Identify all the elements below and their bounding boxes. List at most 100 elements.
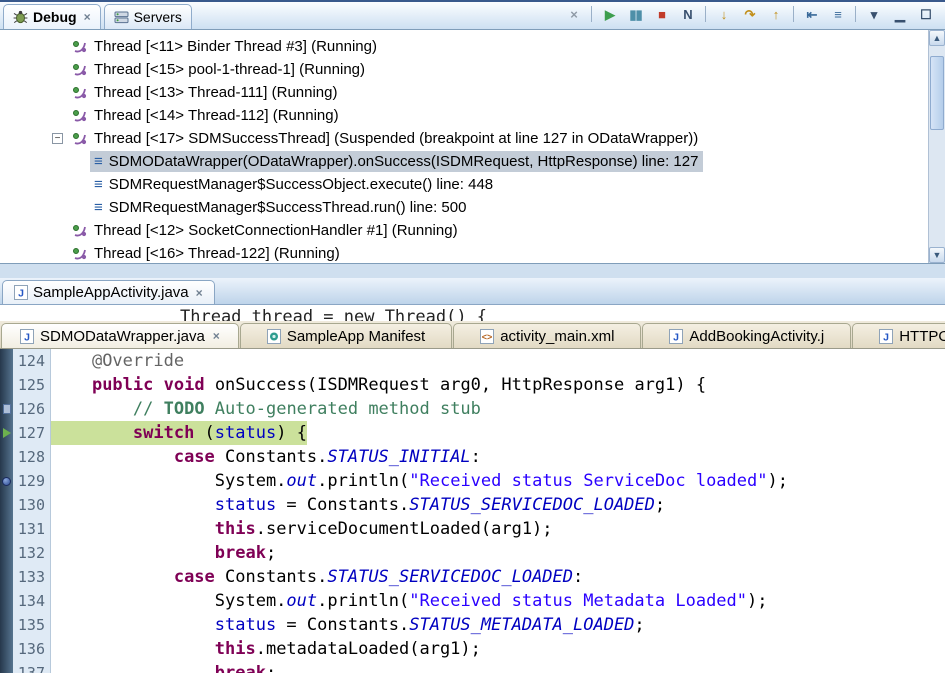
view-tab-bar: Debug × Servers × ▶ ▮▮ ■ N ↓ ↷ ↑ ⇤ ≡ ▾ ▁ ☐ [0, 2, 945, 30]
breakpoint-ruler-cell[interactable] [0, 589, 13, 613]
stack-frame-icon: ≡ [94, 176, 103, 193]
code-text-cell[interactable]: System.out.println("Received status Meta… [51, 589, 945, 613]
token: = Constants. [276, 615, 410, 635]
suspend-button[interactable]: ▮▮ [624, 4, 647, 24]
toggle-spacer [50, 246, 66, 262]
line-number: 137 [13, 661, 51, 673]
java-file-icon: J [14, 285, 28, 300]
use-step-filters-button[interactable]: ≡ [826, 4, 849, 24]
thread-label: Thread [<12> SocketConnectionHandler #1]… [94, 222, 458, 239]
breakpoint-ruler-cell[interactable] [0, 661, 13, 673]
token: ( [194, 423, 215, 443]
close-icon[interactable]: × [213, 329, 220, 343]
breakpoint-ruler-cell[interactable] [0, 541, 13, 565]
maximize-button[interactable]: ☐ [914, 4, 937, 24]
code-text-cell[interactable]: switch (status) { [51, 421, 945, 445]
breakpoint-ruler-cell[interactable] [0, 613, 13, 637]
token: .metadataLoaded(arg1); [255, 639, 481, 659]
code-text-cell[interactable]: @Override [51, 349, 945, 373]
code-text-cell[interactable]: break; [51, 661, 945, 673]
scroll-up-button[interactable]: ▲ [929, 30, 945, 46]
code-text-cell[interactable]: this.serviceDocumentLoaded(arg1); [51, 517, 945, 541]
remove-all-terminated-button[interactable]: × [562, 4, 585, 24]
editor-tab-activity-main-xml[interactable]: <> activity_main.xml [453, 323, 642, 348]
token: ; [265, 543, 277, 563]
breakpoint-ruler-cell[interactable] [0, 637, 13, 661]
view-tab-servers[interactable]: Servers [103, 4, 192, 29]
code-text-cell[interactable]: System.out.println("Received status Serv… [51, 469, 945, 493]
disconnect-button[interactable]: N [676, 4, 699, 24]
partial-code-line: Thread thread = new Thread() { [180, 307, 488, 321]
breakpoint-ruler-cell[interactable] [0, 565, 13, 589]
code-text-cell[interactable]: case Constants.STATUS_INITIAL: [51, 445, 945, 469]
step-over-button[interactable]: ↷ [738, 4, 761, 24]
breakpoint-ruler-cell[interactable] [0, 421, 13, 445]
token: status [214, 495, 277, 515]
code-editor[interactable]: 124 @Override 125 public void onSuccess(I… [0, 349, 945, 673]
view-menu-button[interactable]: ▾ [862, 4, 885, 24]
code-lines: 124 @Override 125 public void onSuccess(I… [0, 349, 945, 673]
thread-item[interactable]: Thread [<12> SocketConnectionHandler #1]… [0, 219, 928, 242]
thread-item[interactable]: − Thread [<17> SDMSuccessThread] (Suspend… [0, 127, 928, 150]
close-icon[interactable]: × [84, 10, 91, 24]
stack-frame-item[interactable]: ≡ SDMRequestManager$SuccessThread.run() l… [0, 196, 928, 219]
thread-item[interactable]: Thread [<11> Binder Thread #3] (Running) [0, 35, 928, 58]
editor-tab-addbookingactivity-j[interactable]: J AddBookingActivity.j [642, 323, 852, 348]
code-text-cell[interactable]: // TODO Auto-generated method stub [51, 397, 945, 421]
collapse-toggle[interactable]: − [52, 133, 63, 144]
breakpoint-ruler-cell[interactable] [0, 445, 13, 469]
breakpoint-ruler-cell[interactable] [0, 373, 13, 397]
code-line: 128 case Constants.STATUS_INITIAL: [0, 445, 945, 469]
editor-tab-sampleapp-manifest[interactable]: SampleApp Manifest [239, 323, 453, 348]
terminate-icon: ■ [658, 6, 666, 22]
scroll-down-button[interactable]: ▼ [929, 247, 945, 263]
breakpoint-ruler-cell[interactable] [0, 469, 13, 493]
code-text-cell[interactable]: status = Constants.STATUS_SERVICEDOC_LOA… [51, 493, 945, 517]
stack-frame-item[interactable]: ≡ SDMODataWrapper(ODataWrapper).onSuccess… [0, 150, 928, 173]
java-file-icon: J [669, 328, 684, 344]
breakpoint-ruler-cell[interactable] [0, 349, 13, 373]
scrollbar-thumb[interactable] [930, 56, 944, 130]
code-text-cell[interactable]: break; [51, 541, 945, 565]
debug-scrollbar[interactable]: ▲ ▼ [928, 30, 945, 263]
token: ; [265, 663, 277, 673]
thread-label: Thread [<14> Thread-112] (Running) [94, 107, 339, 124]
thread-item[interactable]: Thread [<16> Thread-122] (Running) [0, 242, 928, 263]
close-icon[interactable]: × [196, 286, 203, 300]
breakpoint-ruler-cell[interactable] [0, 397, 13, 421]
thread-item[interactable]: Thread [<13> Thread-111] (Running) [0, 81, 928, 104]
code-text-cell[interactable]: public void onSuccess(ISDMRequest arg0, … [51, 373, 945, 397]
scrollbar-track[interactable] [929, 46, 945, 247]
code-text-cell[interactable]: case Constants.STATUS_SERVICEDOC_LOADED: [51, 565, 945, 589]
thread-icon [72, 223, 88, 238]
minimize-button[interactable]: ▁ [888, 4, 911, 24]
tree-row-content: ≡ SDMRequestManager$SuccessThread.run() l… [90, 197, 471, 218]
step-return-button[interactable]: ↑ [764, 4, 787, 24]
line-number: 124 [13, 349, 51, 373]
breakpoint-ruler-cell[interactable] [0, 493, 13, 517]
token: break [214, 663, 266, 673]
editor-tab-label: activity_main.xml [500, 327, 615, 345]
code-line: 136 this.metadataLoaded(arg1); [0, 637, 945, 661]
view-tab-debug[interactable]: Debug × [3, 4, 101, 29]
editor-tab-httpodata[interactable]: J HTTPOData [852, 323, 945, 348]
drop-to-frame-button[interactable]: ⇤ [800, 4, 823, 24]
editor-tab-sdmodatawrapper-java[interactable]: J SDMODataWrapper.java × [1, 323, 239, 348]
thread-item[interactable]: Thread [<14> Thread-112] (Running) [0, 104, 928, 127]
thread-item[interactable]: Thread [<15> pool-1-thread-1] (Running) [0, 58, 928, 81]
step-into-button[interactable]: ↓ [712, 4, 735, 24]
thread-icon [72, 108, 88, 123]
token: Constants. [214, 447, 328, 467]
token: Auto-generated method stub [204, 399, 481, 419]
stack-frame-item[interactable]: ≡ SDMRequestManager$SuccessObject.execute… [0, 173, 928, 196]
editor-content-sliver[interactable]: Thread thread = new Thread() { [0, 305, 945, 321]
breakpoint-ruler-cell[interactable] [0, 517, 13, 541]
line-number: 135 [13, 613, 51, 637]
editor-tab-top[interactable]: J SampleAppActivity.java × [2, 280, 215, 304]
resume-button[interactable]: ▶ [598, 4, 621, 24]
terminate-button[interactable]: ■ [650, 4, 673, 24]
code-text-cell[interactable]: this.metadataLoaded(arg1); [51, 637, 945, 661]
code-text-cell[interactable]: status = Constants.STATUS_METADATA_LOADE… [51, 613, 945, 637]
